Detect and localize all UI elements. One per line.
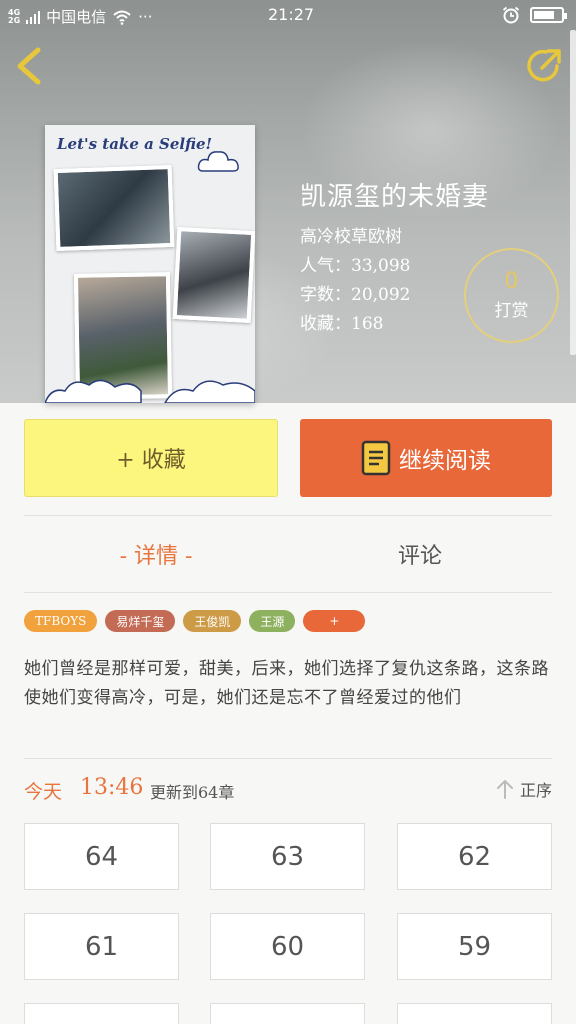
cloud-icon [45,379,255,403]
update-text: 更新到64章 [150,783,235,802]
divider [24,592,552,593]
book-title: 凯源玺的未婚妻 [300,182,490,212]
tab-bar: - 详情 - 评论 [24,516,552,592]
book-info: 凯源玺的未婚妻 高冷校草欧树 人气：33,098 字数：20,092 收藏：16… [300,176,489,339]
more-indicator: ··· [138,7,153,26]
update-time: 13:46 [80,775,144,800]
tag-list: TFBOYS 易烊千玺 王俊凯 王源 + [24,610,366,632]
divider [24,758,552,759]
wifi-icon [113,10,131,25]
book-cover[interactable]: Let's take a Selfie! [45,125,255,403]
chapter-button[interactable] [24,1003,179,1024]
network-type: 4G 2G [8,7,21,25]
reward-label: 打赏 [494,301,529,321]
share-icon [527,49,561,82]
tag-wang-jun-kai[interactable]: 王俊凯 [183,610,242,632]
tab-details[interactable]: - 详情 - [24,516,288,592]
status-bar: 4G 2G 中国电信 ··· 21:27 [0,0,576,30]
alarm-icon [502,6,520,24]
read-label: 继续阅读 [399,448,491,474]
synopsis: 她们曾经是那样可爱，甜美，后来，她们选择了复仇这条路，这条路使她们变得高冷，可是… [24,659,549,708]
chapter-button[interactable]: 64 [24,823,179,890]
sort-order-button[interactable]: 正序 [496,777,552,801]
chapter-button[interactable] [397,1003,552,1024]
carrier-label: 中国电信 [46,8,107,26]
scroll-indicator [570,30,576,355]
continue-reading-button[interactable]: 继续阅读 [300,419,552,497]
reward-count: 0 [504,269,519,294]
action-bar: + 收藏 继续阅读 [24,419,552,497]
cover-photo [53,164,175,252]
chapter-button[interactable]: 61 [24,913,179,980]
book-icon [361,440,391,476]
tab-comments[interactable]: 评论 [288,516,552,592]
back-icon [17,47,41,85]
cloud-icon [197,151,239,172]
author-name[interactable]: 高冷校草欧树 [300,223,489,252]
battery-icon [530,7,567,23]
sort-label: 正序 [519,781,552,800]
status-right [502,6,567,24]
share-button[interactable] [524,46,564,86]
update-info: 今天 13:46 更新到64章 正序 [24,775,552,807]
clock: 21:27 [268,5,315,24]
add-tag-button[interactable]: + [303,610,366,632]
favorite-count: 收藏：168 [300,314,384,334]
status-left: 4G 2G 中国电信 ··· [8,6,152,27]
signal-icon [26,10,41,24]
add-to-favorites-button[interactable]: + 收藏 [24,419,278,497]
back-button[interactable] [14,46,44,86]
update-day: 今天 [24,781,63,803]
word-count: 字数：20,092 [300,285,411,305]
popularity: 人气：33,098 [300,256,411,276]
cover-title: Let's take a Selfie! [57,135,213,153]
chapter-button[interactable]: 62 [397,823,552,890]
chapter-button[interactable]: 63 [210,823,365,890]
chapter-button[interactable] [210,1003,365,1024]
tag-wang-yuan[interactable]: 王源 [249,610,296,632]
tag-yi-yang-qian-xi[interactable]: 易烊千玺 [105,610,176,632]
chapter-button[interactable]: 60 [210,913,365,980]
cover-photo [172,227,255,323]
book-meta: 高冷校草欧树 人气：33,098 字数：20,092 收藏：168 [300,223,489,339]
reward-button[interactable]: 0 打赏 [464,248,559,343]
arrow-up-icon [496,780,513,799]
favorite-label: + 收藏 [116,448,186,473]
tag-tfboys[interactable]: TFBOYS [24,610,98,632]
chapter-button[interactable]: 59 [397,913,552,980]
